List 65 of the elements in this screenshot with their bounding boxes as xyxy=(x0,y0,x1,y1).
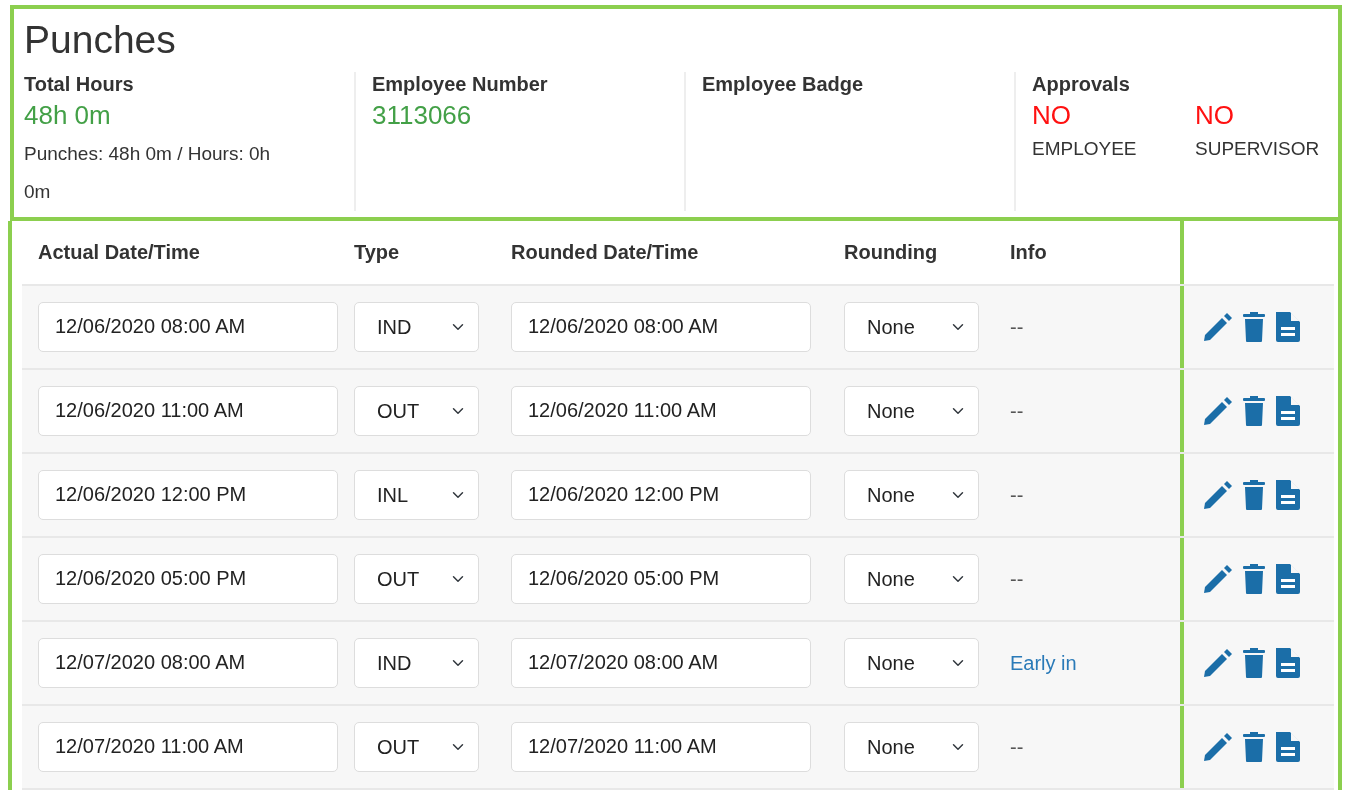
document-icon[interactable] xyxy=(1274,394,1302,427)
edit-icon[interactable] xyxy=(1202,478,1234,511)
edit-icon[interactable] xyxy=(1202,646,1234,679)
trash-icon[interactable] xyxy=(1242,310,1266,343)
rounding-dropdown[interactable]: None xyxy=(844,637,979,688)
document-icon[interactable] xyxy=(1274,478,1302,511)
date-time-field[interactable]: 12/06/2020 08:00 AM xyxy=(38,301,338,352)
field-label: Employee Badge xyxy=(702,71,865,96)
type-dropdown[interactable]: OUT xyxy=(354,721,479,772)
date-time-field[interactable]: 12/06/2020 05:00 PM xyxy=(511,553,811,604)
approval-status: NO xyxy=(1195,98,1235,132)
trash-icon[interactable] xyxy=(1242,478,1266,511)
column-header: Info xyxy=(1010,241,1047,264)
info-link[interactable]: Early in xyxy=(1010,651,1077,674)
info-text: -- xyxy=(1010,735,1024,758)
column-header: Rounded Date/Time xyxy=(511,241,699,264)
date-time-field[interactable]: 12/06/2020 11:00 AM xyxy=(511,385,811,436)
info-text: -- xyxy=(1010,567,1024,590)
trash-icon[interactable] xyxy=(1242,562,1266,595)
date-time-field[interactable]: 12/06/2020 12:00 PM xyxy=(511,469,811,520)
rounding-dropdown[interactable]: None xyxy=(844,385,979,436)
field-label: Total Hours xyxy=(24,71,135,96)
field-label: Employee Number xyxy=(372,71,549,96)
trash-icon[interactable] xyxy=(1242,730,1266,763)
info-text: -- xyxy=(1010,399,1024,422)
date-time-field[interactable]: 12/07/2020 11:00 AM xyxy=(511,721,811,772)
column-header: Rounding xyxy=(844,241,938,264)
edit-icon[interactable] xyxy=(1202,562,1234,595)
hours-breakdown: Punches: 48h 0m / Hours: 0h 0m xyxy=(24,141,272,204)
type-dropdown[interactable]: IND xyxy=(354,301,479,352)
date-time-field[interactable]: 12/07/2020 11:00 AM xyxy=(38,721,338,772)
type-dropdown[interactable]: OUT xyxy=(354,553,479,604)
info-text: -- xyxy=(1010,483,1024,506)
trash-icon[interactable] xyxy=(1242,394,1266,427)
approval-role: EMPLOYEE xyxy=(1032,136,1138,161)
rounding-dropdown[interactable]: None xyxy=(844,469,979,520)
document-icon[interactable] xyxy=(1274,730,1302,763)
page-title: Punches xyxy=(24,17,177,63)
rounding-dropdown[interactable]: None xyxy=(844,301,979,352)
document-icon[interactable] xyxy=(1274,310,1302,343)
edit-icon[interactable] xyxy=(1202,310,1234,343)
rounding-dropdown[interactable]: None xyxy=(844,721,979,772)
date-time-field[interactable]: 12/06/2020 12:00 PM xyxy=(38,469,338,520)
document-icon[interactable] xyxy=(1274,562,1302,595)
rounding-dropdown[interactable]: None xyxy=(844,553,979,604)
approval-status: NO xyxy=(1032,98,1072,132)
type-dropdown[interactable]: IND xyxy=(354,637,479,688)
document-icon[interactable] xyxy=(1274,646,1302,679)
date-time-field[interactable]: 12/06/2020 05:00 PM xyxy=(38,553,338,604)
trash-icon[interactable] xyxy=(1242,646,1266,679)
type-dropdown[interactable]: INL xyxy=(354,469,479,520)
type-dropdown[interactable]: OUT xyxy=(354,385,479,436)
column-header: Type xyxy=(354,241,400,264)
column-header: Actual Date/Time xyxy=(38,241,200,264)
edit-icon[interactable] xyxy=(1202,394,1234,427)
date-time-field[interactable]: 12/06/2020 08:00 AM xyxy=(511,301,811,352)
field-value: 48h 0m xyxy=(24,98,112,132)
field-label: Approvals xyxy=(1032,71,1131,96)
approval-role: SUPERVISOR xyxy=(1195,136,1321,161)
info-text: -- xyxy=(1010,315,1024,338)
edit-icon[interactable] xyxy=(1202,730,1234,763)
date-time-field[interactable]: 12/07/2020 08:00 AM xyxy=(38,637,338,688)
date-time-field[interactable]: 12/07/2020 08:00 AM xyxy=(511,637,811,688)
field-value: 3113066 xyxy=(372,98,473,132)
date-time-field[interactable]: 12/06/2020 11:00 AM xyxy=(38,385,338,436)
